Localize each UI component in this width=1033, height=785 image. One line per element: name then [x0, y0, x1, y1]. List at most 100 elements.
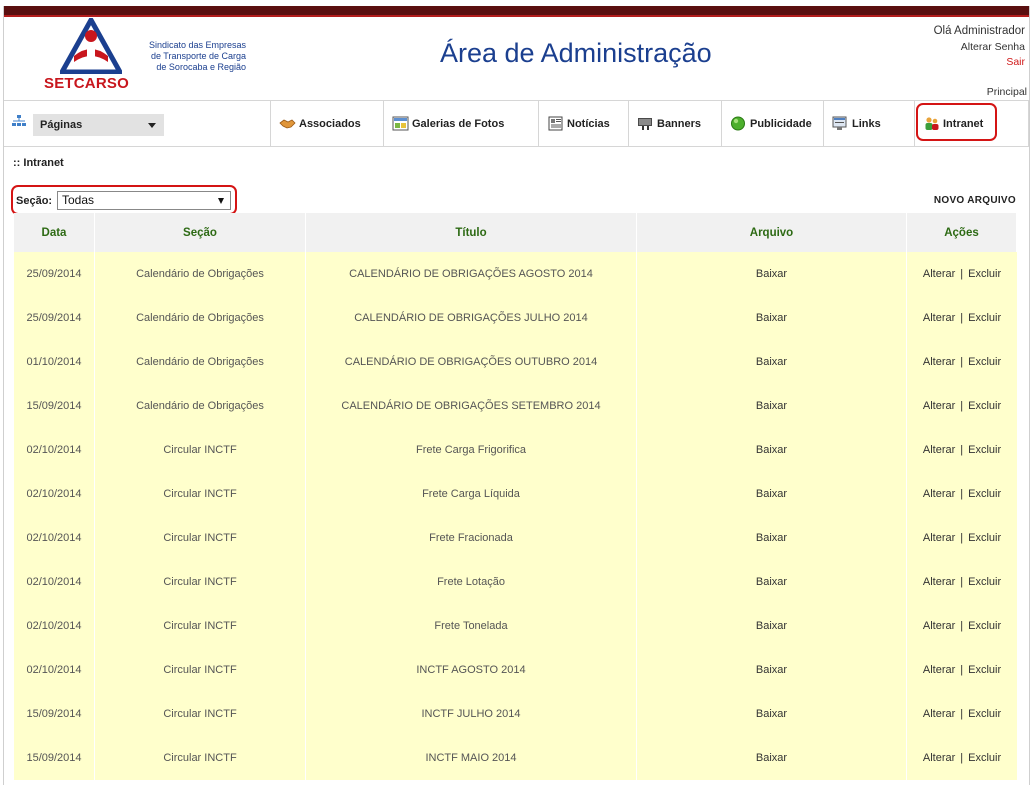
globe-icon: [731, 116, 745, 131]
banners-icon: [638, 118, 652, 130]
row-edit-link[interactable]: Alterar: [923, 488, 955, 500]
row-date: 25/09/2014: [14, 296, 95, 340]
row-title: Frete Lotação: [306, 560, 637, 604]
table-row: 15/09/2014 Calendário de Obrigações CALEND…: [14, 384, 1017, 428]
nav-item-banners[interactable]: Banners: [628, 101, 722, 146]
column-header-titulo[interactable]: Título: [306, 213, 637, 252]
sitemap-icon: [12, 115, 26, 126]
row-actions: Alterar | Excluir: [907, 340, 1017, 384]
row-date: 15/09/2014: [14, 736, 95, 780]
news-icon: [548, 116, 563, 131]
row-date: 25/09/2014: [14, 252, 95, 296]
section-filter-select[interactable]: Todas: [57, 191, 231, 210]
logout-link[interactable]: Sair: [1006, 56, 1025, 68]
table-row: 15/09/2014 Circular INCTF INCTF JULHO 2014…: [14, 692, 1017, 736]
row-edit-link[interactable]: Alterar: [923, 708, 955, 720]
table-row: 25/09/2014 Calendário de Obrigações CALEND…: [14, 252, 1017, 296]
row-actions: Alterar | Excluir: [907, 428, 1017, 472]
row-download-link[interactable]: Baixar: [637, 516, 907, 560]
row-title: INCTF JULHO 2014: [306, 692, 637, 736]
row-download-link[interactable]: Baixar: [637, 472, 907, 516]
nav-item-label: Links: [852, 117, 881, 130]
row-delete-link[interactable]: Excluir: [968, 708, 1001, 720]
row-actions: Alterar | Excluir: [907, 648, 1017, 692]
row-edit-link[interactable]: Alterar: [923, 268, 955, 280]
row-section: Calendário de Obrigações: [95, 252, 306, 296]
nav-item-label: Galerias de Fotos: [412, 117, 505, 130]
top-color-bar: [4, 6, 1029, 15]
row-edit-link[interactable]: Alterar: [923, 576, 955, 588]
row-section: Circular INCTF: [95, 472, 306, 516]
row-download-link[interactable]: Baixar: [637, 340, 907, 384]
row-delete-link[interactable]: Excluir: [968, 576, 1001, 588]
action-separator: |: [960, 444, 964, 456]
nav-item-noticias[interactable]: Notícias: [538, 101, 629, 146]
row-download-link[interactable]: Baixar: [637, 736, 907, 780]
setcarso-logo[interactable]: SETCARSO Sindicato das Empresas de Trans…: [40, 18, 252, 93]
row-download-link[interactable]: Baixar: [637, 428, 907, 472]
new-file-link[interactable]: NOVO ARQUIVO: [934, 195, 1016, 206]
row-edit-link[interactable]: Alterar: [923, 356, 955, 368]
nav-item-links[interactable]: Links: [823, 101, 915, 146]
row-edit-link[interactable]: Alterar: [923, 620, 955, 632]
row-section: Circular INCTF: [95, 648, 306, 692]
table-row: 02/10/2014 Circular INCTF Frete Fracionada…: [14, 516, 1017, 560]
pages-dropdown[interactable]: Páginas: [33, 114, 164, 136]
row-edit-link[interactable]: Alterar: [923, 400, 955, 412]
row-title: CALENDÁRIO DE OBRIGAÇÕES AGOSTO 2014: [306, 252, 637, 296]
nav-item-label: Publicidade: [750, 117, 812, 130]
table-row: 02/10/2014 Circular INCTF Frete Tonelada Ba…: [14, 604, 1017, 648]
column-header-arquivo[interactable]: Arquivo: [637, 213, 907, 252]
row-section: Circular INCTF: [95, 516, 306, 560]
row-section: Circular INCTF: [95, 428, 306, 472]
section-filter-value: Todas: [62, 193, 95, 207]
row-edit-link[interactable]: Alterar: [923, 312, 955, 324]
row-download-link[interactable]: Baixar: [637, 604, 907, 648]
row-delete-link[interactable]: Excluir: [968, 532, 1001, 544]
action-separator: |: [960, 708, 964, 720]
row-delete-link[interactable]: Excluir: [968, 488, 1001, 500]
nav-item-galerias-de-fotos[interactable]: Galerias de Fotos: [383, 101, 539, 146]
row-download-link[interactable]: Baixar: [637, 384, 907, 428]
row-title: INCTF AGOSTO 2014: [306, 648, 637, 692]
row-delete-link[interactable]: Excluir: [968, 400, 1001, 412]
table-row: 02/10/2014 Circular INCTF Frete Carga Líqu…: [14, 472, 1017, 516]
row-actions: Alterar | Excluir: [907, 736, 1017, 780]
row-edit-link[interactable]: Alterar: [923, 664, 955, 676]
page-title: Área de Administração: [440, 38, 712, 68]
row-delete-link[interactable]: Excluir: [968, 444, 1001, 456]
row-edit-link[interactable]: Alterar: [923, 752, 955, 764]
nav-item-associados[interactable]: Associados: [270, 101, 384, 146]
row-title: Frete Tonelada: [306, 604, 637, 648]
nav-item-publicidade[interactable]: Publicidade: [721, 101, 824, 146]
row-date: 15/09/2014: [14, 692, 95, 736]
row-delete-link[interactable]: Excluir: [968, 664, 1001, 676]
column-header-secao[interactable]: Seção: [95, 213, 306, 252]
action-separator: |: [960, 268, 964, 280]
column-header-data[interactable]: Data: [14, 213, 95, 252]
row-delete-link[interactable]: Excluir: [968, 268, 1001, 280]
action-separator: |: [960, 664, 964, 676]
row-download-link[interactable]: Baixar: [637, 296, 907, 340]
row-delete-link[interactable]: Excluir: [968, 356, 1001, 368]
main-nav: Páginas Associados Galerias de Fotos Not…: [4, 100, 1029, 147]
row-delete-link[interactable]: Excluir: [968, 620, 1001, 632]
setcarso-logo-mark-icon: [60, 18, 122, 74]
logo-subtitle-line-1: Sindicato das Empresas: [148, 40, 246, 50]
row-download-link[interactable]: Baixar: [637, 252, 907, 296]
row-title: Frete Carga Frigorifica: [306, 428, 637, 472]
nav-item-label: Notícias: [567, 117, 610, 130]
principal-link[interactable]: Principal: [987, 86, 1027, 98]
row-delete-link[interactable]: Excluir: [968, 312, 1001, 324]
top-accent-bar: [4, 15, 1029, 17]
row-download-link[interactable]: Baixar: [637, 648, 907, 692]
handshake-icon: [279, 119, 296, 129]
row-download-link[interactable]: Baixar: [637, 560, 907, 604]
change-password-link[interactable]: Alterar Senha: [961, 41, 1025, 53]
table-header-row: Data Seção Título Arquivo Ações: [14, 213, 1017, 252]
row-edit-link[interactable]: Alterar: [923, 532, 955, 544]
row-download-link[interactable]: Baixar: [637, 692, 907, 736]
row-title: Frete Fracionada: [306, 516, 637, 560]
row-delete-link[interactable]: Excluir: [968, 752, 1001, 764]
row-edit-link[interactable]: Alterar: [923, 444, 955, 456]
